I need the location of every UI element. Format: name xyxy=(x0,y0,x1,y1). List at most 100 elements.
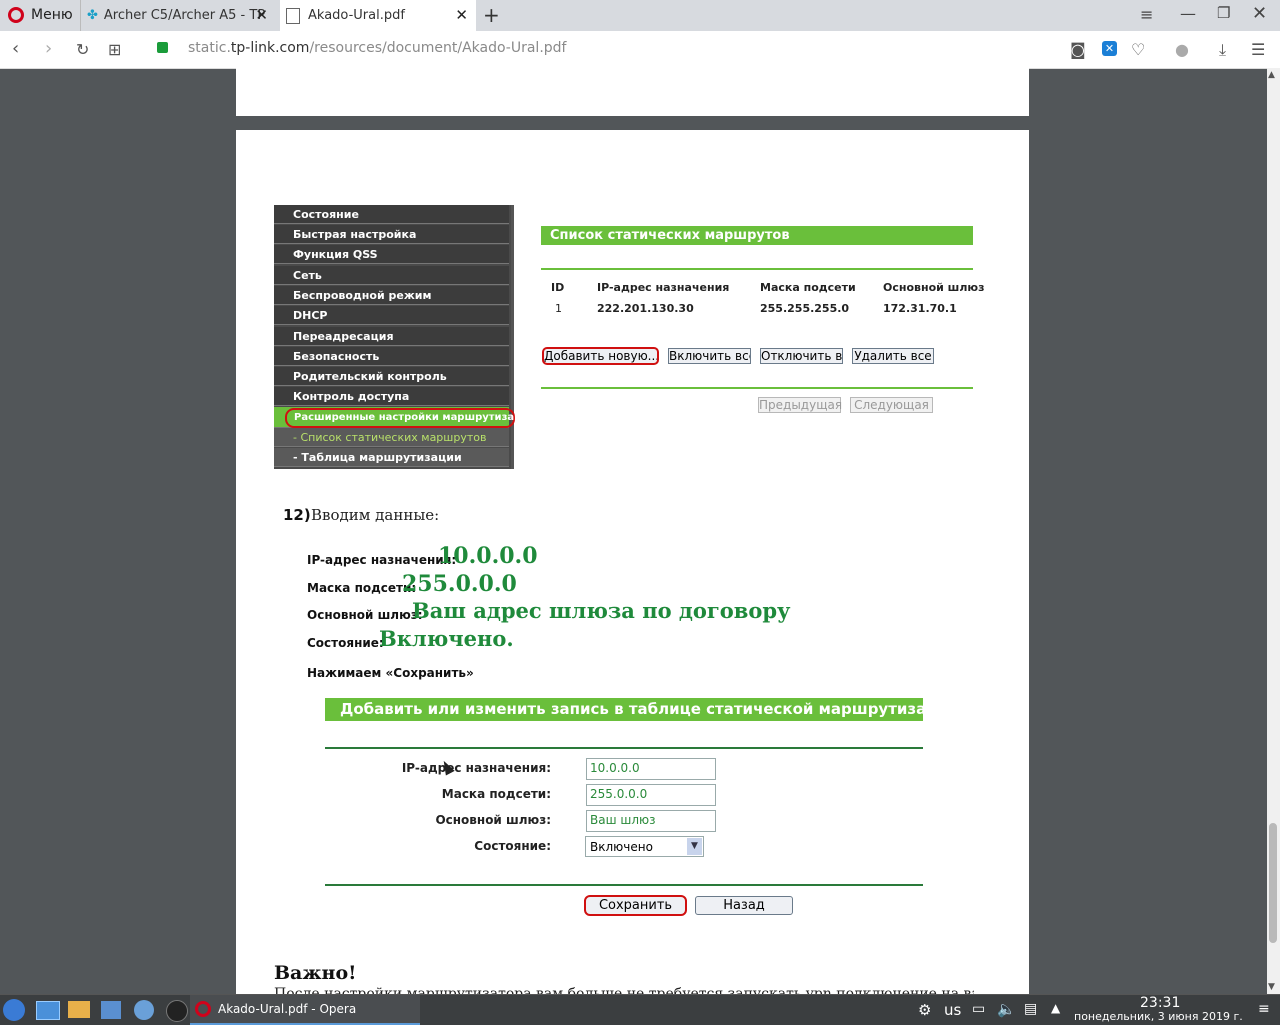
browser-icon[interactable] xyxy=(134,1000,154,1020)
nav-item: Переадресация xyxy=(274,327,509,346)
sidebar-divider xyxy=(511,205,514,469)
easy-setup-icon[interactable]: ☰ xyxy=(1251,40,1265,59)
new-tab-icon[interactable]: + xyxy=(483,3,500,27)
enable-all-button: Включить все xyxy=(668,348,751,364)
volume-icon[interactable]: 🔈 xyxy=(997,1000,1016,1018)
gateway-value: Ваш адрес шлюза по договору xyxy=(412,598,791,623)
start-menu-icon[interactable] xyxy=(3,999,25,1021)
back-button: Назад xyxy=(695,896,793,915)
disable-all-button: Отключить вс xyxy=(760,348,843,364)
nav-item: Функция QSS xyxy=(274,245,509,264)
tray-expand-icon[interactable]: ▲ xyxy=(1051,1001,1060,1015)
download-icon[interactable]: ⤓ xyxy=(1219,40,1226,60)
green-divider xyxy=(541,387,973,389)
ip-value: 10.0.0.0 xyxy=(438,543,538,569)
add-route-title: Добавить или изменить запись в таблице с… xyxy=(325,698,923,721)
address-toolbar: ‹ › ↻ ⊞ static.tp-link.com/resources/doc… xyxy=(0,31,1280,69)
green-divider xyxy=(325,747,923,749)
back-icon[interactable]: ‹ xyxy=(12,38,19,59)
camera-icon[interactable]: ◙ xyxy=(1070,40,1086,59)
gateway-field: Ваш шлюз xyxy=(586,810,716,832)
forward-icon[interactable]: › xyxy=(45,38,52,59)
column-header-mask: Маска подсети xyxy=(760,281,856,294)
field-label-status: Состояние: xyxy=(474,839,551,853)
reload-icon[interactable]: ↻ xyxy=(76,40,89,59)
chevron-down-icon: ▼ xyxy=(687,838,702,855)
field-label-gateway: Основной шлюз: xyxy=(435,813,551,827)
settings-tray-icon[interactable]: ⚙ xyxy=(918,1001,931,1019)
network-icon[interactable]: ▭ xyxy=(972,1001,985,1017)
vpn-globe-icon[interactable]: ● xyxy=(1175,40,1189,59)
green-divider xyxy=(541,268,973,270)
scrollbar-thumb[interactable] xyxy=(1269,823,1277,943)
tab-title: Archer C5/Archer A5 - TP xyxy=(103,8,266,23)
nav-item: Состояние xyxy=(274,205,509,224)
opera-icon xyxy=(195,1001,211,1017)
tab-akado[interactable]: Akado-Ural.pdf ✕ xyxy=(280,0,476,31)
scroll-up-icon[interactable]: ▲ xyxy=(1268,70,1275,80)
nav-item: Контроль доступа xyxy=(274,387,509,406)
clock-time[interactable]: 23:31 xyxy=(1140,995,1180,1011)
nav-item: Безопасность xyxy=(274,347,509,366)
close-window-icon[interactable]: ✕ xyxy=(1252,3,1267,24)
taskbar: Akado-Ural.pdf - Opera ⚙ us ▭ 🔈 ▤ ▲ 23:3… xyxy=(0,994,1280,1025)
important-heading: Важно! xyxy=(274,962,357,984)
restore-icon[interactable]: ❐ xyxy=(1217,4,1230,22)
adblock-icon[interactable]: ✕ xyxy=(1102,41,1117,56)
status-label: Состояние: xyxy=(307,636,384,650)
speed-dial-icon[interactable]: ⊞ xyxy=(108,40,121,59)
notifications-icon[interactable]: ≡ xyxy=(1258,1001,1270,1017)
minimize-icon[interactable]: — xyxy=(1180,4,1196,23)
delete-all-button: Удалить все xyxy=(852,348,934,364)
pdf-page-previous xyxy=(236,68,1029,116)
column-header-id: ID xyxy=(551,281,565,294)
clock-date[interactable]: понедельник, 3 июня 2019 г. xyxy=(1074,1010,1243,1023)
address-field[interactable]: static.tp-link.com/resources/document/Ak… xyxy=(188,40,566,56)
nav-item: Родительский контроль xyxy=(274,367,509,386)
mask-field: 255.0.0.0 xyxy=(586,784,716,806)
table-cell: 222.201.130.30 xyxy=(597,302,694,315)
show-desktop-icon[interactable] xyxy=(36,1001,60,1020)
field-label-mask: Маска подсети: xyxy=(441,787,551,801)
ip-field: 10.0.0.0 xyxy=(586,758,716,780)
gateway-label: Основной шлюз: xyxy=(307,608,423,622)
document-icon xyxy=(286,7,300,24)
green-divider xyxy=(325,884,923,886)
taskbar-item-opera[interactable]: Akado-Ural.pdf - Opera xyxy=(190,995,420,1025)
nav-item: DHCP xyxy=(274,306,509,325)
keyboard-layout[interactable]: us xyxy=(944,1001,961,1019)
mask-label: Маска подсети: xyxy=(307,581,417,595)
lock-icon[interactable] xyxy=(157,42,168,53)
heart-icon[interactable]: ♡ xyxy=(1131,40,1145,59)
nav-item: Быстрая настройка xyxy=(274,225,509,244)
nav-item: Сеть xyxy=(274,266,509,285)
nav-subitem-routing-table: - Таблица маршрутизации xyxy=(274,448,509,467)
clipboard-icon[interactable]: ▤ xyxy=(1024,1001,1037,1017)
table-cell: 172.31.70.1 xyxy=(883,302,957,315)
opera-logo-icon[interactable] xyxy=(8,7,24,23)
close-tab-icon[interactable]: ✕ xyxy=(255,6,268,24)
media-icon[interactable] xyxy=(166,1000,188,1022)
table-cell: 255.255.255.0 xyxy=(760,302,850,315)
close-tab-icon[interactable]: ✕ xyxy=(455,6,468,24)
nav-item: Беспроводной режим xyxy=(274,286,509,305)
nav-item-advanced-routing-label: Расширенные настройки маршрутизации xyxy=(285,408,536,428)
save-button: Сохранить xyxy=(584,895,687,916)
column-header-ip: IP-адрес назначения xyxy=(597,281,730,294)
file-manager-icon[interactable] xyxy=(68,1001,90,1018)
status-value: Включено. xyxy=(379,626,514,651)
tab-archer[interactable]: ✤ Archer C5/Archer A5 - TP ✕ xyxy=(80,0,276,31)
table-cell: 1 xyxy=(555,302,562,315)
taskbar-item-label: Akado-Ural.pdf - Opera xyxy=(218,1002,357,1016)
ip-label: IP-адрес назначения: xyxy=(307,553,457,567)
menu-button[interactable]: Меню xyxy=(31,7,73,23)
tplink-favicon-icon: ✤ xyxy=(87,8,98,23)
save-note: Нажимаем «Сохранить» xyxy=(307,666,474,680)
tab-title: Akado-Ural.pdf xyxy=(308,8,405,23)
add-new-button: Добавить новую... xyxy=(542,347,659,365)
scroll-down-icon[interactable]: ▼ xyxy=(1268,982,1275,992)
text-editor-icon[interactable] xyxy=(101,1001,121,1019)
next-button: Следующая xyxy=(850,397,933,413)
nav-subitem-static-routes: - Список статических маршрутов xyxy=(274,428,509,447)
tab-menu-icon[interactable]: ≡ xyxy=(1140,5,1153,24)
